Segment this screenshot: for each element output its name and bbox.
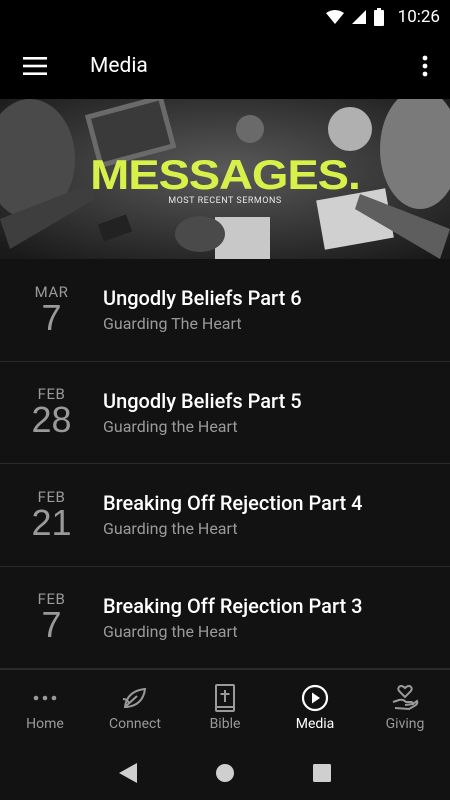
hamburger-icon bbox=[23, 57, 47, 75]
banner-title: MESSAGES. bbox=[90, 151, 361, 198]
banner-subtitle: MOST RECENT SERMONS bbox=[168, 196, 282, 206]
signal-icon bbox=[351, 9, 366, 24]
app-bar: Media bbox=[0, 33, 450, 99]
sermon-title: Ungodly Beliefs Part 5 bbox=[103, 388, 302, 413]
sermon-series: Guarding the Heart bbox=[103, 416, 238, 436]
bible-icon bbox=[214, 683, 236, 712]
nav-connect[interactable]: Connect bbox=[90, 670, 180, 745]
status-time: 10:26 bbox=[397, 6, 440, 27]
leaf-icon bbox=[121, 684, 149, 712]
nav-giving[interactable]: Giving bbox=[360, 670, 450, 745]
nav-label: Bible bbox=[209, 715, 241, 732]
sermon-series: Guarding The Heart bbox=[103, 314, 242, 334]
date-day: 21 bbox=[31, 501, 72, 543]
nav-home[interactable]: Home bbox=[0, 670, 90, 745]
system-nav-bar bbox=[0, 745, 450, 800]
bottom-nav: Home Connect Bible Media Giving bbox=[0, 669, 450, 745]
more-vert-icon bbox=[422, 55, 428, 77]
heart-hand-icon bbox=[391, 684, 419, 712]
page-title: Media bbox=[90, 54, 148, 78]
list-item[interactable]: FEB 7 Breaking Off Rejection Part 3 Guar… bbox=[0, 566, 450, 669]
date-day: 7 bbox=[41, 604, 62, 646]
back-triangle-icon bbox=[119, 762, 138, 783]
messages-banner[interactable]: MESSAGES. MOST RECENT SERMONS bbox=[0, 99, 450, 259]
wifi-icon bbox=[325, 9, 344, 24]
nav-label: Giving bbox=[385, 715, 425, 732]
date-block: FEB 28 bbox=[0, 386, 103, 438]
home-button[interactable] bbox=[205, 753, 245, 793]
date-day: 28 bbox=[31, 399, 72, 441]
nav-label: Connect bbox=[109, 715, 161, 732]
list-item[interactable]: MAR 7 Ungodly Beliefs Part 6 Guarding Th… bbox=[0, 259, 450, 362]
back-button[interactable] bbox=[108, 753, 148, 793]
date-block: FEB 7 bbox=[0, 591, 103, 643]
sermon-title: Breaking Off Rejection Part 4 bbox=[103, 491, 363, 516]
home-circle-icon bbox=[215, 763, 234, 782]
date-block: MAR 7 bbox=[0, 284, 103, 336]
status-bar: 10:26 bbox=[0, 0, 450, 33]
recents-square-icon bbox=[312, 763, 331, 782]
date-day: 7 bbox=[41, 296, 62, 338]
play-circle-icon bbox=[301, 684, 329, 712]
menu-button[interactable] bbox=[0, 33, 70, 99]
list-item[interactable]: FEB 21 Breaking Off Rejection Part 4 Gua… bbox=[0, 464, 450, 567]
recents-button[interactable] bbox=[302, 753, 342, 793]
nav-media[interactable]: Media bbox=[270, 670, 360, 745]
nav-label: Home bbox=[26, 715, 64, 732]
nav-bible[interactable]: Bible bbox=[180, 670, 270, 745]
dots-icon bbox=[33, 684, 57, 712]
date-block: FEB 21 bbox=[0, 489, 103, 541]
sermon-list: MAR 7 Ungodly Beliefs Part 6 Guarding Th… bbox=[0, 259, 450, 669]
sermon-series: Guarding the Heart bbox=[103, 519, 238, 539]
overflow-menu-button[interactable] bbox=[400, 33, 450, 99]
sermon-title: Breaking Off Rejection Part 3 bbox=[103, 593, 363, 618]
nav-label: Media bbox=[295, 715, 335, 732]
sermon-title: Ungodly Beliefs Part 6 bbox=[103, 286, 302, 311]
list-item[interactable]: FEB 28 Ungodly Beliefs Part 5 Guarding t… bbox=[0, 361, 450, 464]
sermon-series: Guarding the Heart bbox=[103, 621, 238, 641]
battery-icon bbox=[373, 7, 384, 26]
